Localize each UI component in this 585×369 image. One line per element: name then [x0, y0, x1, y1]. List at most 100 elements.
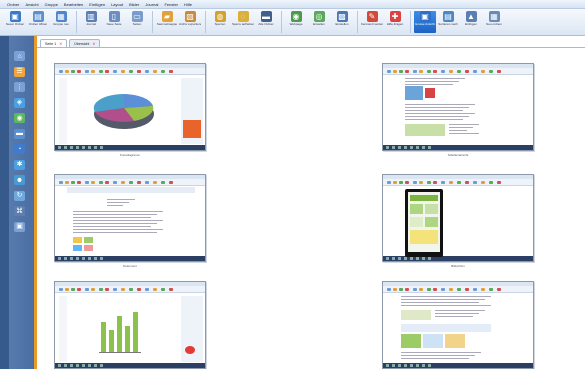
menu-item[interactable]: Layout [111, 2, 123, 7]
reorder-button[interactable]: ▦ Neu ordnen [483, 11, 505, 33]
home-icon[interactable]: ⌂ [14, 51, 25, 61]
thumb-ribbon-icon [99, 181, 103, 184]
settings-button[interactable]: ▩ Einstellen [331, 11, 353, 33]
ribbon-label: Seiten [132, 23, 142, 26]
sort-button[interactable]: ▤ Sortieren nach [437, 11, 459, 33]
page-thumbnail[interactable]: Säulendiagramm [54, 281, 206, 369]
thumb-ribbon-icon [145, 288, 149, 291]
tablet-chart [410, 230, 438, 244]
globe-alt-button[interactable]: ◎ Erstellen [308, 11, 330, 33]
thumbnail-view: Kreisdiagramm Tabellenansicht Dokument Bild… [37, 47, 585, 369]
close-tab-icon[interactable]: ✕ [59, 42, 62, 46]
document-tabs: Seite 1 ✕ Übersicht ✕ [37, 38, 585, 47]
person-icon[interactable]: ☻ [14, 175, 25, 185]
large-view-button[interactable]: ▣ Grosse Ansicht [414, 11, 436, 33]
chart-icon[interactable]: ◔ [14, 144, 25, 154]
web-icon[interactable]: ◉ [14, 113, 25, 123]
page-thumbnail[interactable]: Kreisdiagramm [54, 63, 206, 157]
thumb-taskbar-icon [76, 146, 79, 149]
thumb-ribbon-icon [105, 288, 109, 291]
monitor-button[interactable]: ▬ Alle Ordner [255, 11, 277, 33]
group-icon: ▦ [55, 11, 67, 22]
thumb-taskbar-icon [58, 257, 61, 260]
thumb-ribbon-icon [91, 181, 95, 184]
menu-item[interactable]: Ansicht [25, 2, 38, 7]
thumb-ribbon-icon [427, 288, 431, 291]
tools-button[interactable]: ✎ Kennwort setzen [361, 11, 383, 33]
thumb-toolbar-row [67, 187, 195, 193]
thumb-taskbar-icon [88, 146, 91, 149]
archive-button[interactable]: ▧ Archiv exportieren [179, 11, 201, 33]
lifebuoy-button[interactable]: ✚ Hilfe-Fragen [384, 11, 406, 33]
thumb-ribbon-icon [99, 70, 103, 73]
text-line [73, 226, 151, 227]
thumb-taskbar-icon [76, 257, 79, 260]
menu-item[interactable]: Hilfe [184, 2, 192, 7]
thumb-ribbon-icon [169, 70, 173, 73]
folder-open-button[interactable]: ▤ Ordner öffnen [27, 11, 49, 33]
page-thumbnail[interactable]: Dokument [54, 174, 206, 268]
network-icon[interactable]: ⌘ [14, 206, 25, 216]
unlock-button[interactable]: ◌ Sperre aufheben [232, 11, 254, 33]
thumb-taskbar-icon [428, 146, 431, 149]
green-image [401, 334, 421, 348]
thumb-taskbar-icon [398, 257, 401, 260]
bar-mark [109, 330, 114, 352]
thumb-ribbon-icon [399, 70, 403, 73]
ribbon-label: Webpage [289, 23, 303, 26]
page-thumbnail[interactable]: Bildschirm [382, 174, 534, 268]
thumb-taskbar-icon [88, 257, 91, 260]
list-view-icon[interactable]: ☰ [14, 66, 25, 77]
tab-page-1[interactable]: Seite 1 ✕ [40, 39, 68, 47]
thumb-ribbon-icon [121, 70, 125, 73]
page-new-button[interactable]: ▯ Neue Seite [103, 11, 125, 33]
thumbnail-caption: Tabellenansicht [447, 153, 469, 157]
thumb-ribbon-icon [85, 288, 89, 291]
share-icon[interactable]: ◈ [14, 97, 25, 108]
globe-button[interactable]: ◉ Webpage [285, 11, 307, 33]
yellow-image [445, 334, 465, 348]
lock-button[interactable]: ◍ Sperren [209, 11, 231, 33]
thumb-taskbar-icon [404, 257, 407, 260]
thumb-taskbar-icon [392, 257, 395, 260]
thumb-ribbon [55, 179, 205, 186]
triangle-button[interactable]: ▲ Einfügen [460, 11, 482, 33]
menu-item[interactable]: Gruppe [45, 2, 58, 7]
thumb-ribbon-icon [489, 181, 493, 184]
thumb-ribbon-icon [413, 181, 417, 184]
thumb-taskbar-icon [410, 364, 413, 367]
pages-button[interactable]: ▭ Seiten [126, 11, 148, 33]
thumb-ribbon-icon [465, 181, 469, 184]
reorder-icon: ▦ [488, 11, 500, 22]
thumb-ribbon-icon [59, 288, 63, 291]
bar-mark [125, 326, 130, 352]
thumb-ribbon-icon [405, 181, 409, 184]
group-button[interactable]: ▦ Gruppe neu [50, 11, 72, 33]
tablet-header [410, 195, 438, 201]
lifebuoy-icon: ✚ [389, 11, 401, 22]
menu-item[interactable]: Ordner [7, 2, 19, 7]
folder-icon[interactable]: ▬ [14, 128, 25, 139]
tablet-tile [425, 217, 438, 227]
thumb-taskbar-icon [64, 364, 67, 367]
refresh-icon[interactable]: ↻ [14, 190, 25, 201]
journal-button[interactable]: ▥ Journal [80, 11, 102, 33]
box-icon[interactable]: ▣ [14, 221, 25, 232]
menu-item[interactable]: Fenster [164, 2, 178, 7]
close-tab-icon[interactable]: ✕ [92, 42, 95, 46]
page-thumbnail[interactable]: Tabellenansicht [382, 63, 534, 157]
menu-item[interactable]: Journal [145, 2, 158, 7]
thumb-taskbar-icon [386, 146, 389, 149]
menu-item[interactable]: Bilder [129, 2, 139, 7]
tab-overview[interactable]: Übersicht ✕ [69, 39, 101, 47]
binder-button[interactable]: ▰ Sammelmappe [156, 11, 178, 33]
folder-new-button[interactable]: ▣ Neuer Ordner [4, 11, 26, 33]
thumbnail-image [382, 63, 534, 151]
thumb-taskbar [55, 363, 205, 368]
tree-icon[interactable]: ⋮ [14, 82, 25, 92]
thumb-taskbar-icon [70, 146, 73, 149]
gear-icon[interactable]: ✱ [14, 159, 25, 170]
menu-item[interactable]: Einfügen [89, 2, 105, 7]
page-thumbnail[interactable]: Formular [382, 281, 534, 369]
menu-item[interactable]: Bearbeiten [64, 2, 83, 7]
